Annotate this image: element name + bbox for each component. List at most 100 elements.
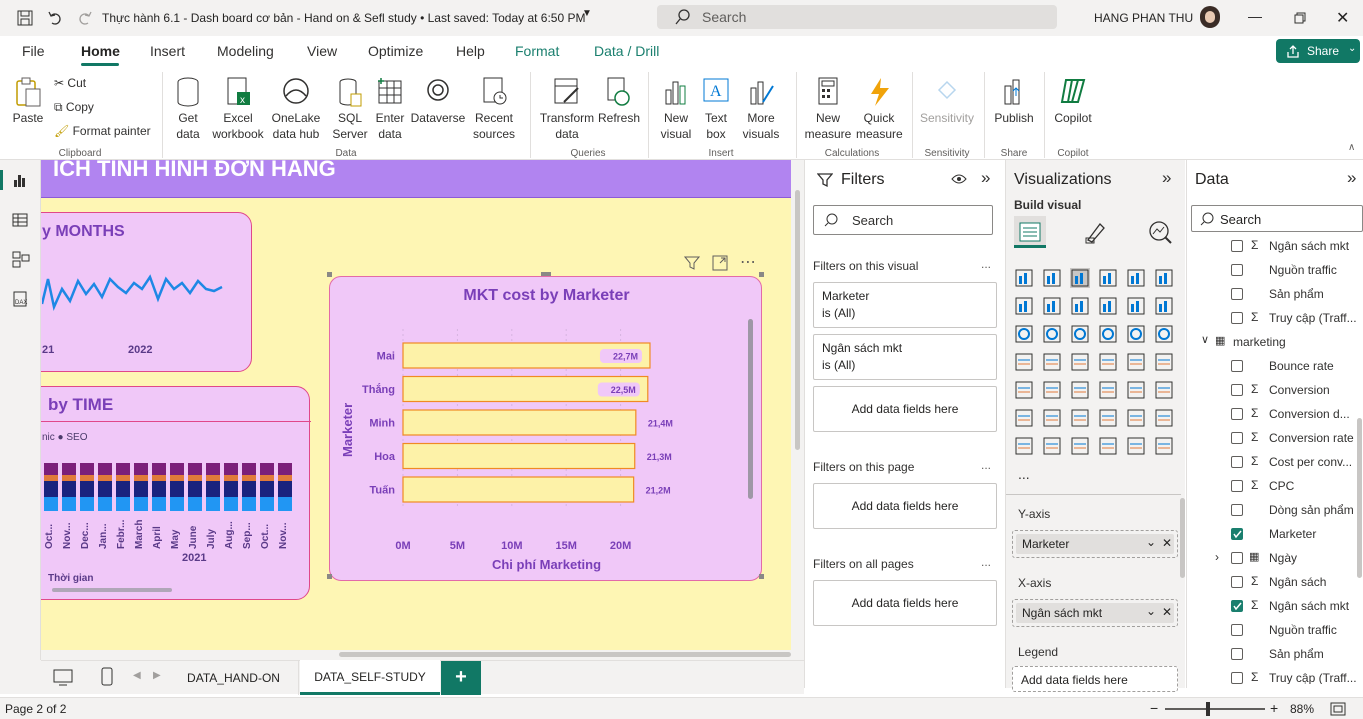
field-checkbox[interactable] bbox=[1231, 552, 1243, 564]
page-tab-self-study[interactable]: DATA_SELF-STUDY bbox=[300, 660, 440, 695]
tab-data-drill[interactable]: Data / Drill bbox=[594, 43, 659, 59]
field-checkbox[interactable] bbox=[1231, 360, 1243, 372]
stack-segment[interactable] bbox=[170, 481, 184, 497]
stacked-area-icon[interactable] bbox=[1070, 296, 1090, 316]
close-icon[interactable]: ✕ bbox=[1336, 8, 1349, 28]
r-visual-icon[interactable] bbox=[1154, 380, 1174, 400]
build-visual-tab[interactable] bbox=[1014, 216, 1046, 248]
stack-segment[interactable] bbox=[188, 475, 202, 481]
card-icon[interactable] bbox=[1154, 352, 1174, 372]
chevron-up-icon[interactable]: ∧ bbox=[1348, 142, 1355, 153]
filters-search-input[interactable]: Search bbox=[813, 205, 993, 235]
legend-well[interactable]: Add data fields here bbox=[1012, 666, 1178, 692]
power-automate-icon[interactable] bbox=[1070, 436, 1090, 456]
chevron-down-icon[interactable]: ∨ bbox=[1201, 333, 1209, 346]
stack-segment[interactable] bbox=[242, 481, 256, 497]
filter-icon[interactable] bbox=[684, 255, 700, 271]
scatter-icon[interactable] bbox=[1098, 324, 1118, 344]
report-view-icon[interactable] bbox=[12, 172, 28, 188]
line-column-icon[interactable] bbox=[1126, 296, 1146, 316]
new-measure-button[interactable]: New measure bbox=[802, 76, 854, 142]
field-checkbox[interactable] bbox=[1231, 528, 1243, 540]
bar[interactable] bbox=[402, 409, 637, 436]
area-icon[interactable] bbox=[1042, 296, 1062, 316]
zoom-slider-thumb[interactable] bbox=[1206, 702, 1210, 716]
remove-icon[interactable]: ✕ bbox=[1162, 605, 1172, 619]
field-row[interactable]: Σ Conversion d... bbox=[1187, 402, 1357, 426]
field-checkbox[interactable] bbox=[1231, 240, 1243, 252]
field-checkbox[interactable] bbox=[1231, 624, 1243, 636]
bar[interactable] bbox=[402, 476, 635, 503]
scroll-right-icon[interactable]: ▶ bbox=[153, 670, 161, 681]
viz-scrollbar[interactable] bbox=[1180, 498, 1185, 578]
field-checkbox[interactable] bbox=[1231, 480, 1243, 492]
stack-segment[interactable] bbox=[116, 497, 130, 511]
more-visuals-icon[interactable]: ... bbox=[1018, 466, 1030, 482]
stack-segment[interactable] bbox=[134, 481, 148, 497]
field-checkbox[interactable] bbox=[1231, 648, 1243, 660]
data-scrollbar[interactable] bbox=[1357, 418, 1362, 578]
dataverse-button[interactable]: Dataverse bbox=[410, 76, 466, 126]
stack-segment[interactable] bbox=[206, 463, 220, 475]
more-options-icon[interactable]: ... bbox=[981, 555, 991, 569]
model-view-icon[interactable] bbox=[12, 251, 30, 269]
field-checkbox[interactable] bbox=[1231, 408, 1243, 420]
restore-icon[interactable] bbox=[1294, 12, 1306, 24]
field-checkbox[interactable] bbox=[1231, 432, 1243, 444]
stack-segment[interactable] bbox=[62, 497, 76, 511]
field-row[interactable]: Σ Ngân sách bbox=[1187, 570, 1357, 594]
copilot-button[interactable]: Copilot bbox=[1050, 76, 1096, 126]
line-clustered-icon[interactable] bbox=[1154, 296, 1174, 316]
power-apps-icon[interactable] bbox=[1042, 436, 1062, 456]
stack-segment[interactable] bbox=[80, 481, 94, 497]
zoom-out-icon[interactable]: − bbox=[1150, 700, 1158, 716]
zoom-in-icon[interactable]: + bbox=[1270, 700, 1278, 716]
table-view-icon[interactable] bbox=[12, 212, 28, 228]
filled-map-icon[interactable] bbox=[1070, 352, 1090, 372]
100-bar-icon[interactable] bbox=[1126, 268, 1146, 288]
save-icon[interactable] bbox=[17, 10, 33, 26]
tab-insert[interactable]: Insert bbox=[150, 43, 185, 59]
matrix-icon[interactable] bbox=[1126, 380, 1146, 400]
stack-segment[interactable] bbox=[242, 463, 256, 475]
stack-segment[interactable] bbox=[116, 475, 130, 481]
x-axis-field[interactable]: Ngân sách mkt ⌄ ✕ bbox=[1016, 603, 1174, 623]
zoom-slider[interactable] bbox=[1165, 708, 1265, 710]
resize-handle[interactable] bbox=[327, 272, 332, 277]
tab-file[interactable]: File bbox=[22, 43, 45, 59]
kpi-icon[interactable] bbox=[1042, 380, 1062, 400]
field-checkbox[interactable] bbox=[1231, 384, 1243, 396]
desktop-view-icon[interactable] bbox=[53, 669, 73, 687]
field-row[interactable]: Σ Ngân sách mkt bbox=[1187, 234, 1357, 258]
collapse-icon[interactable]: » bbox=[981, 168, 990, 188]
more-options-icon[interactable]: ... bbox=[981, 257, 991, 271]
field-checkbox[interactable] bbox=[1231, 312, 1243, 324]
stack-segment[interactable] bbox=[134, 497, 148, 511]
clustered-column-icon[interactable] bbox=[1098, 268, 1118, 288]
vertical-scrollbar[interactable] bbox=[748, 319, 753, 499]
recent-sources-button[interactable]: Recent sources bbox=[466, 76, 522, 142]
100-area-icon[interactable] bbox=[1098, 296, 1118, 316]
filter-card-marketer[interactable]: Marketer is (All) bbox=[813, 282, 997, 328]
stack-segment[interactable] bbox=[242, 475, 256, 481]
stack-segment[interactable] bbox=[278, 481, 292, 497]
funnel-icon[interactable] bbox=[1070, 324, 1090, 344]
field-row[interactable]: Sản phẩm bbox=[1187, 642, 1357, 666]
page-tab-hand-on[interactable]: DATA_HAND-ON bbox=[169, 661, 299, 695]
onelake-button[interactable]: OneLake data hub bbox=[268, 76, 324, 142]
chevron-down-icon[interactable]: ⌄ bbox=[1146, 535, 1156, 549]
sql-server-button[interactable]: SQL Server bbox=[330, 76, 370, 142]
stack-segment[interactable] bbox=[278, 463, 292, 475]
eye-icon[interactable] bbox=[951, 173, 967, 185]
stack-segment[interactable] bbox=[44, 497, 58, 511]
stack-segment[interactable] bbox=[242, 497, 256, 511]
tab-help[interactable]: Help bbox=[456, 43, 485, 59]
field-row[interactable]: Bounce rate bbox=[1187, 354, 1357, 378]
stack-segment[interactable] bbox=[278, 497, 292, 511]
stack-segment[interactable] bbox=[98, 497, 112, 511]
field-row[interactable]: › ▦ Ngày bbox=[1187, 546, 1357, 570]
stack-segment[interactable] bbox=[170, 463, 184, 475]
stack-segment[interactable] bbox=[206, 475, 220, 481]
resize-handle[interactable] bbox=[541, 272, 551, 276]
stack-segment[interactable] bbox=[206, 481, 220, 497]
